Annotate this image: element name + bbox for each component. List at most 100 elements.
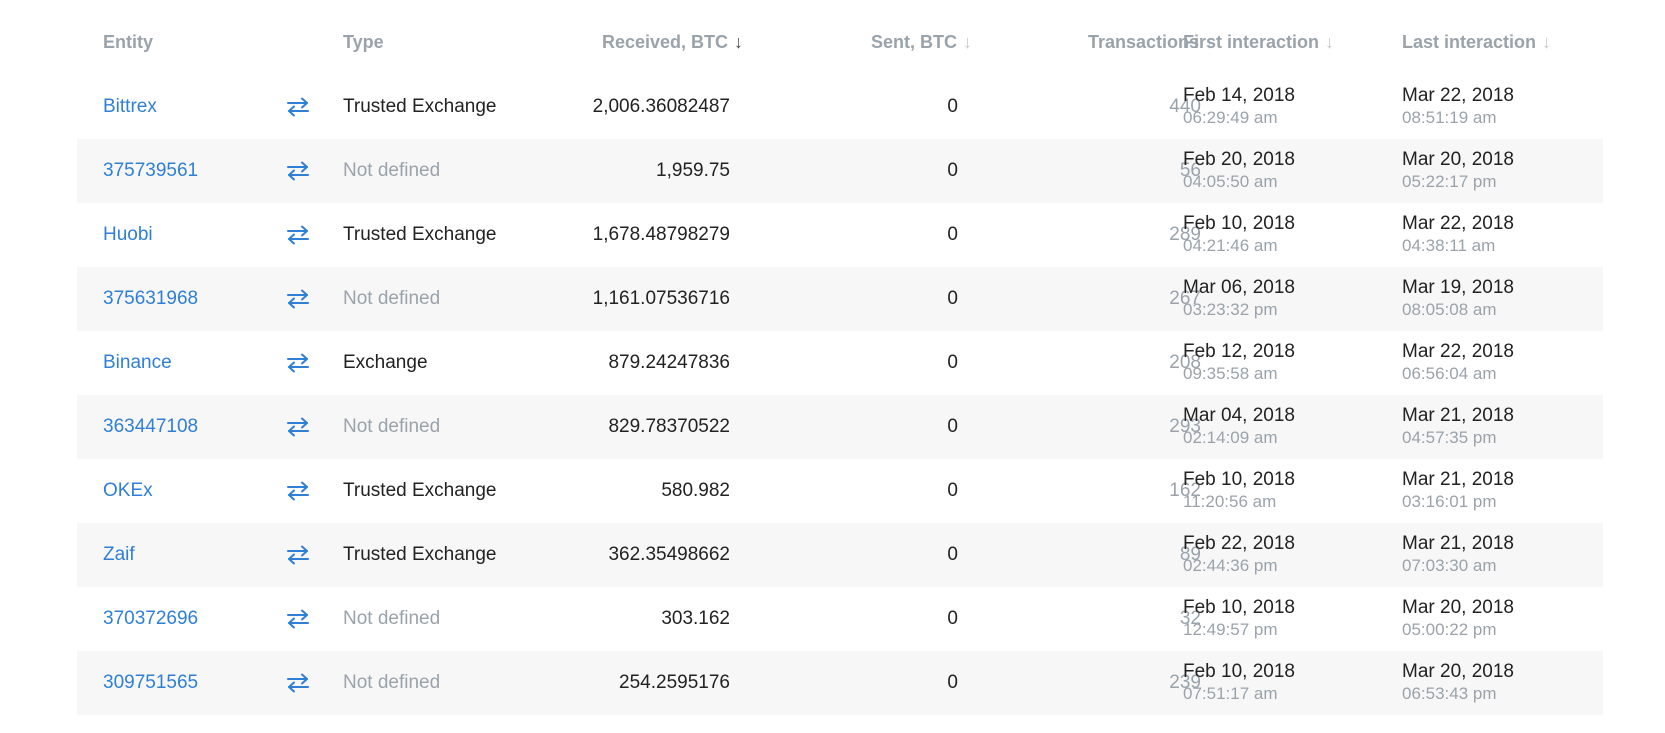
- entity-type: Not defined: [343, 672, 441, 693]
- first-interaction-time: 04:05:50 am: [1183, 172, 1278, 191]
- first-interaction-time: 06:29:49 am: [1183, 108, 1278, 127]
- swap-arrows-icon[interactable]: [286, 353, 310, 373]
- first-interaction-time: 04:21:46 am: [1183, 236, 1278, 255]
- entity-link[interactable]: Huobi: [103, 224, 153, 246]
- first-interaction: Feb 10, 2018 07:51:17 am: [1183, 651, 1393, 715]
- header-entity-label: Entity: [103, 32, 154, 52]
- last-interaction: Mar 19, 2018 08:05:08 am: [1402, 267, 1612, 331]
- last-interaction-date: Mar 22, 2018: [1402, 85, 1514, 106]
- received-btc: 1,678.48798279: [592, 224, 730, 245]
- last-interaction-time: 04:38:11 am: [1402, 236, 1496, 255]
- first-interaction: Feb 22, 2018 02:44:36 pm: [1183, 523, 1393, 587]
- table-row: 309751565 Not defined 254.2595176 0 239: [77, 651, 1603, 715]
- header-entity[interactable]: Entity: [103, 12, 273, 75]
- last-interaction: Mar 22, 2018 08:51:19 am: [1402, 75, 1612, 139]
- received-btc: 2,006.36082487: [592, 96, 730, 117]
- last-interaction-time: 05:22:17 pm: [1402, 172, 1497, 191]
- table-header: Entity Type Received, BTC ↓ Sent, BTC ↓ …: [77, 12, 1603, 75]
- last-interaction: Mar 22, 2018 04:38:11 am: [1402, 203, 1612, 267]
- header-received-sort[interactable]: Received, BTC ↓: [543, 12, 743, 75]
- entity-type: Trusted Exchange: [343, 544, 497, 565]
- table-row: Binance Exchange 879.24247836 0 208 Feb …: [77, 331, 1603, 395]
- swap-arrows-icon[interactable]: [286, 161, 310, 181]
- entity-type: Exchange: [343, 352, 428, 373]
- header-sent-sort[interactable]: Sent, BTC ↓: [817, 12, 972, 75]
- last-interaction-date: Mar 21, 2018: [1402, 469, 1514, 490]
- entity-link[interactable]: 370372696: [103, 608, 198, 630]
- table-row: Huobi Trusted Exchange 1,678.48798279 0 …: [77, 203, 1603, 267]
- first-interaction-date: Mar 06, 2018: [1183, 277, 1295, 298]
- swap-arrows-icon[interactable]: [286, 481, 310, 501]
- first-interaction-date: Feb 12, 2018: [1183, 341, 1295, 362]
- first-interaction: Mar 06, 2018 03:23:32 pm: [1183, 267, 1393, 331]
- last-interaction: Mar 20, 2018 05:22:17 pm: [1402, 139, 1612, 203]
- last-interaction: Mar 20, 2018 05:00:22 pm: [1402, 587, 1612, 651]
- last-interaction-time: 04:57:35 pm: [1402, 428, 1497, 447]
- header-last-label: Last interaction: [1402, 32, 1537, 52]
- last-interaction-date: Mar 20, 2018: [1402, 661, 1514, 682]
- last-interaction-time: 08:51:19 am: [1402, 108, 1497, 127]
- first-interaction: Feb 14, 2018 06:29:49 am: [1183, 75, 1393, 139]
- sent-btc: 0: [947, 160, 958, 181]
- table-body: Bittrex Trusted Exchange 2,006.36082487 …: [77, 75, 1603, 715]
- first-interaction-date: Feb 10, 2018: [1183, 469, 1295, 490]
- entity-link[interactable]: OKEx: [103, 480, 153, 502]
- first-interaction-time: 02:44:36 pm: [1183, 556, 1278, 575]
- first-interaction-date: Mar 04, 2018: [1183, 405, 1295, 426]
- entity-type: Trusted Exchange: [343, 224, 497, 245]
- sent-btc: 0: [947, 608, 958, 629]
- header-sent-label: Sent, BTC: [870, 32, 957, 52]
- entity-type: Not defined: [343, 160, 441, 181]
- swap-arrows-icon[interactable]: [286, 225, 310, 245]
- last-interaction-date: Mar 22, 2018: [1402, 213, 1514, 234]
- swap-arrows-icon[interactable]: [286, 673, 310, 693]
- entity-link[interactable]: Bittrex: [103, 96, 157, 118]
- entity-type: Not defined: [343, 608, 441, 629]
- first-interaction: Mar 04, 2018 02:14:09 am: [1183, 395, 1393, 459]
- first-interaction-time: 02:14:09 am: [1183, 428, 1278, 447]
- last-interaction-time: 05:00:22 pm: [1402, 620, 1497, 639]
- swap-arrows-icon[interactable]: [286, 609, 310, 629]
- header-last-interaction-sort[interactable]: Last interaction ↓: [1402, 12, 1612, 75]
- swap-arrows-icon[interactable]: [286, 417, 310, 437]
- first-interaction-date: Feb 14, 2018: [1183, 85, 1295, 106]
- entity-link[interactable]: 375739561: [103, 160, 198, 182]
- last-interaction-date: Mar 21, 2018: [1402, 533, 1514, 554]
- last-interaction: Mar 20, 2018 06:53:43 pm: [1402, 651, 1612, 715]
- last-interaction: Mar 22, 2018 06:56:04 am: [1402, 331, 1612, 395]
- entity-link[interactable]: 375631968: [103, 288, 198, 310]
- first-interaction-date: Feb 22, 2018: [1183, 533, 1295, 554]
- entity-link[interactable]: Binance: [103, 352, 172, 374]
- header-type[interactable]: Type: [343, 12, 543, 75]
- swap-arrows-icon[interactable]: [286, 545, 310, 565]
- table-row: OKEx Trusted Exchange 580.982 0 162 Feb …: [77, 459, 1603, 523]
- last-interaction-date: Mar 20, 2018: [1402, 597, 1514, 618]
- header-first-interaction-sort[interactable]: First interaction ↓: [1183, 12, 1393, 75]
- header-received-label: Received, BTC: [601, 32, 728, 52]
- last-interaction: Mar 21, 2018 07:03:30 am: [1402, 523, 1612, 587]
- entity-link[interactable]: 363447108: [103, 416, 198, 438]
- last-interaction-time: 06:53:43 pm: [1402, 684, 1497, 703]
- last-interaction: Mar 21, 2018 03:16:01 pm: [1402, 459, 1612, 523]
- entity-type: Trusted Exchange: [343, 96, 497, 117]
- first-interaction-date: Feb 10, 2018: [1183, 213, 1295, 234]
- entity-link[interactable]: 309751565: [103, 672, 198, 694]
- received-btc: 362.35498662: [608, 544, 730, 565]
- first-interaction-time: 07:51:17 am: [1183, 684, 1278, 703]
- last-interaction-date: Mar 19, 2018: [1402, 277, 1514, 298]
- received-btc: 254.2595176: [619, 672, 730, 693]
- entity-link[interactable]: Zaif: [103, 544, 135, 566]
- swap-arrows-icon[interactable]: [286, 97, 310, 117]
- first-interaction-time: 03:23:32 pm: [1183, 300, 1278, 319]
- sent-btc: 0: [947, 352, 958, 373]
- swap-arrows-icon[interactable]: [286, 289, 310, 309]
- first-interaction: Feb 10, 2018 11:20:56 am: [1183, 459, 1393, 523]
- first-interaction-date: Feb 10, 2018: [1183, 661, 1295, 682]
- last-interaction-date: Mar 20, 2018: [1402, 149, 1514, 170]
- first-interaction: Feb 20, 2018 04:05:50 am: [1183, 139, 1393, 203]
- entity-type: Trusted Exchange: [343, 480, 497, 501]
- table-row: 363447108 Not defined 829.78370522 0 293: [77, 395, 1603, 459]
- sent-btc: 0: [947, 288, 958, 309]
- first-interaction: Feb 10, 2018 04:21:46 am: [1183, 203, 1393, 267]
- received-btc: 1,959.75: [656, 160, 730, 181]
